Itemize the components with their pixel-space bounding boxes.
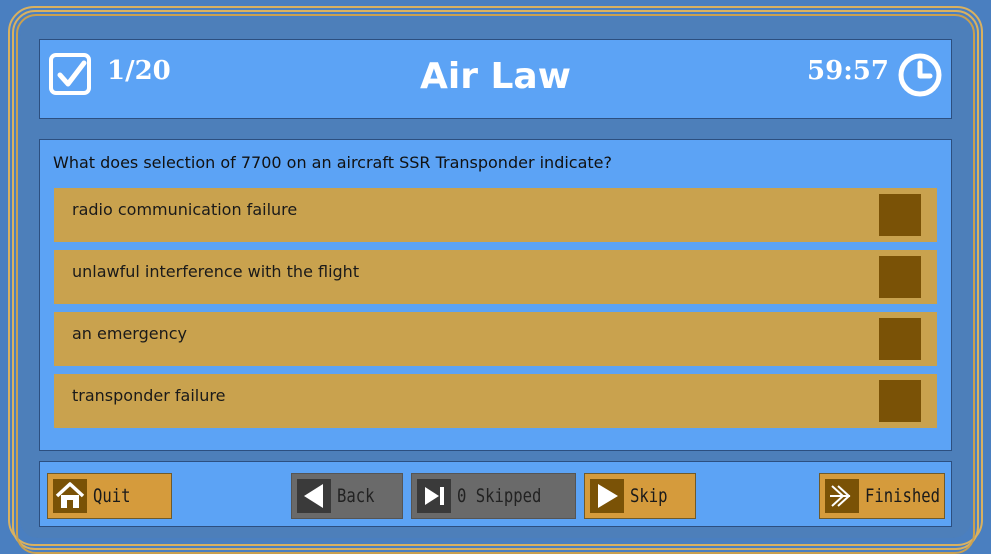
answer-option-3[interactable]: an emergency	[54, 312, 937, 366]
quit-button[interactable]: Quit	[47, 473, 172, 519]
back-button[interactable]: Back	[291, 473, 403, 519]
double-chevron-right-icon	[825, 479, 859, 513]
skip-button[interactable]: Skip	[584, 473, 696, 519]
triangle-left-icon	[297, 479, 331, 513]
answer-checkbox[interactable]	[879, 318, 921, 360]
back-label: Back	[337, 485, 375, 507]
question-text: What does selection of 7700 on an aircra…	[53, 153, 613, 172]
answer-option-1[interactable]: radio communication failure	[54, 188, 937, 242]
answer-label: an emergency	[72, 324, 188, 343]
answer-label: transponder failure	[72, 386, 226, 405]
skipped-label: 0 Skipped	[457, 485, 542, 507]
skip-label: Skip	[630, 485, 668, 507]
answer-option-2[interactable]: unlawful interference with the flight	[54, 250, 937, 304]
finished-label: Finished	[865, 485, 941, 507]
countdown-timer: 59:57	[807, 56, 889, 86]
finished-button[interactable]: Finished	[819, 473, 945, 519]
play-icon	[590, 479, 624, 513]
answer-checkbox[interactable]	[879, 380, 921, 422]
question-panel: What does selection of 7700 on an aircra…	[39, 139, 952, 451]
footer-bar: Quit Back 0 Skipped Skip Finished	[39, 461, 952, 527]
quit-label: Quit	[93, 485, 131, 507]
clock-icon	[898, 53, 942, 97]
header-bar: 1/20 Air Law 59:57	[39, 39, 952, 119]
home-icon	[53, 479, 87, 513]
answer-checkbox[interactable]	[879, 194, 921, 236]
answer-label: unlawful interference with the flight	[72, 262, 360, 281]
answer-label: radio communication failure	[72, 200, 298, 219]
answer-checkbox[interactable]	[879, 256, 921, 298]
answer-option-4[interactable]: transponder failure	[54, 374, 937, 428]
skip-to-end-icon	[417, 479, 451, 513]
skipped-button[interactable]: 0 Skipped	[411, 473, 576, 519]
